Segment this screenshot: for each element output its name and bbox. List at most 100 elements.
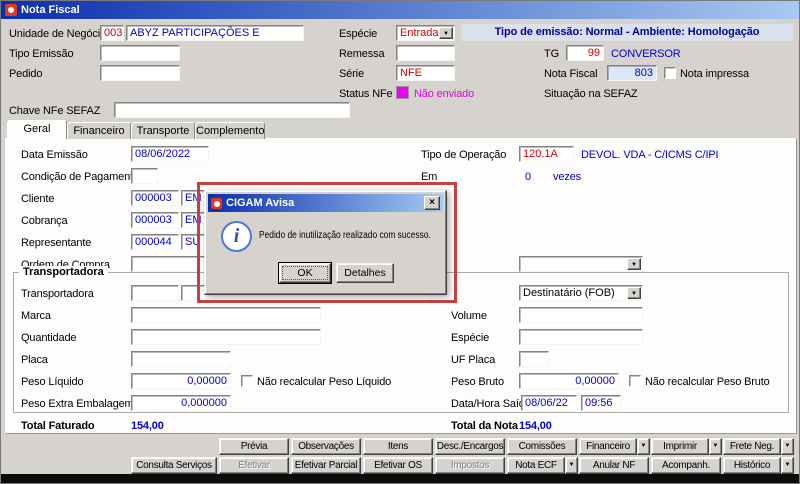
chave-nfe-field[interactable] [114,102,350,118]
nota-fiscal-label: Nota Fiscal [544,68,598,80]
tipo-emissao-field[interactable] [100,45,180,61]
cigam-avisa-dialog: CIGAM Avisa × i Pedido de inutilização r… [204,190,447,295]
peso-extra-field[interactable]: 0,000000 [131,395,231,411]
historico-button[interactable]: Histórico [723,457,781,474]
chevron-down-icon[interactable]: ▼ [439,27,453,39]
nota-impressa-checkbox[interactable] [664,67,676,79]
chevron-down-icon[interactable]: ▼ [627,287,641,299]
tipo-operacao-code-field[interactable]: 120.1A [519,146,574,162]
efetivar-button[interactable]: Efetivar [219,457,289,474]
nota-ecf-dropdown-button[interactable]: ▼ [565,457,578,474]
em-value: 0 [525,171,531,183]
volume-label: Volume [451,310,487,322]
cigam-logo-icon [5,4,17,16]
condicao-pagamento-field[interactable] [131,168,158,184]
observacoes-button[interactable]: Observações [291,438,361,455]
remessa-field[interactable] [396,45,455,61]
especie-label: Espécie [339,28,378,40]
dialog-titlebar[interactable]: CIGAM Avisa × [208,194,443,212]
tab-financeiro[interactable]: Financeiro [67,122,131,139]
previa-button[interactable]: Prévia [219,438,289,455]
situacao-combo[interactable]: ▼ [519,256,643,272]
window-title: Nota Fiscal [21,4,80,16]
cliente-label: Cliente [21,193,55,205]
marca-field[interactable] [131,307,321,323]
total-faturado-value: 154,00 [131,420,164,432]
tg-label: TG [544,48,559,60]
frete-neg-dropdown-button[interactable]: ▼ [781,438,794,455]
frete-combo[interactable]: Destinatário (FOB) ▼ [519,285,643,301]
efetivar-os-button[interactable]: Efetivar OS [363,457,433,474]
total-faturado-label: Total Faturado [21,420,95,432]
data-emissao-label: Data Emissão [21,149,88,161]
data-saida-field[interactable]: 08/06/22 [521,395,577,411]
tg-code-field[interactable]: 99 [566,45,604,61]
serie-field[interactable]: NFE [396,65,455,81]
itens-button[interactable]: Itens [363,438,433,455]
peso-bruto-field[interactable]: 0,00000 [519,373,619,389]
nao-recalcular-peso-liquido-checkbox[interactable] [241,375,253,387]
financeiro-dropdown-button[interactable]: ▼ [637,438,650,455]
tab-transporte[interactable]: Transporte [131,122,195,139]
financeiro-button[interactable]: Financeiro [579,438,637,455]
frete-neg-button[interactable]: Frete Neg. [723,438,781,455]
representante-label: Representante [21,237,92,249]
anular-nf-button[interactable]: Anular NF [579,457,649,474]
pedido-label: Pedido [9,68,43,80]
volume-field[interactable] [519,307,643,323]
close-icon[interactable]: × [424,196,440,210]
dialog-title: CIGAM Avisa [226,197,295,209]
pedido-field[interactable] [100,65,180,81]
serie-label: Série [339,68,364,80]
nao-recalcular-peso-bruto-checkbox[interactable] [629,375,641,387]
representante-code-field[interactable]: 000044 [131,234,179,250]
unidade-negocio-name-field[interactable]: ABYZ PARTICIPAÇÕES E [126,25,304,41]
quantidade-field[interactable] [131,329,321,345]
acompanh-button[interactable]: Acompanh. [651,457,721,474]
chevron-down-icon[interactable]: ▼ [627,258,641,270]
efetivar-parcial-button[interactable]: Efetivar Parcial [291,457,361,474]
transportadora-code-field[interactable] [131,285,179,301]
desc-encargos-button[interactable]: Desc./Encargos [435,438,505,455]
imprimir-dropdown-button[interactable]: ▼ [709,438,722,455]
consulta-servicos-button[interactable]: Consulta Serviços [131,457,217,474]
total-nota-value: 154,00 [519,420,552,432]
data-emissao-field[interactable]: 08/06/2022 [131,146,209,162]
comissoes-button[interactable]: Comissões [507,438,577,455]
ok-button[interactable]: OK [279,263,331,283]
tab-geral[interactable]: Geral [7,120,67,139]
window-titlebar[interactable]: Nota Fiscal [1,1,799,19]
imprimir-button[interactable]: Imprimir [651,438,709,455]
historico-dropdown-button[interactable]: ▼ [781,457,794,474]
nota-fiscal-number-field[interactable]: 803 [607,65,657,81]
especie-transporte-field[interactable] [519,329,643,345]
unidade-negocio-code-field[interactable]: 003 [100,25,124,41]
cliente-code-field[interactable]: 000003 [131,190,179,206]
tipo-emissao-label: Tipo Emissão [9,48,74,60]
info-icon: i [221,221,252,252]
nota-impressa-label: Nota impressa [680,68,749,80]
peso-extra-label: Peso Extra Embalagem [21,398,134,410]
em-label: Em [421,171,438,183]
detalhes-button[interactable]: Detalhes [336,263,394,283]
cobranca-code-field[interactable]: 000003 [131,212,179,228]
total-nota-label: Total da Nota [451,420,518,432]
especie-transporte-label: Espécie [451,332,490,344]
data-hora-saida-label: Data/Hora Saída [451,398,531,410]
especie-combo[interactable]: Entrada ▼ [396,25,455,41]
impostos-button[interactable]: Impostos [435,457,505,474]
nota-fiscal-window: Nota Fiscal Unidade de Negócio 003 ABYZ … [0,0,800,484]
condicao-pagamento-label: Condição de Pagamento [21,171,139,183]
peso-liquido-label: Peso Líquido [21,376,84,388]
nota-ecf-button[interactable]: Nota ECF [507,457,565,474]
chave-nfe-label: Chave NFe SEFAZ [9,105,101,117]
status-color-swatch [396,86,409,99]
hora-saida-field[interactable]: 09:56 [581,395,621,411]
especie-value: Entrada [400,27,439,39]
peso-bruto-label: Peso Bruto [451,376,504,388]
placa-field[interactable] [131,351,231,367]
tab-complemento[interactable]: Complemento [195,122,265,139]
uf-placa-field[interactable] [519,351,549,367]
peso-liquido-field[interactable]: 0,00000 [131,373,231,389]
marca-label: Marca [21,310,51,322]
